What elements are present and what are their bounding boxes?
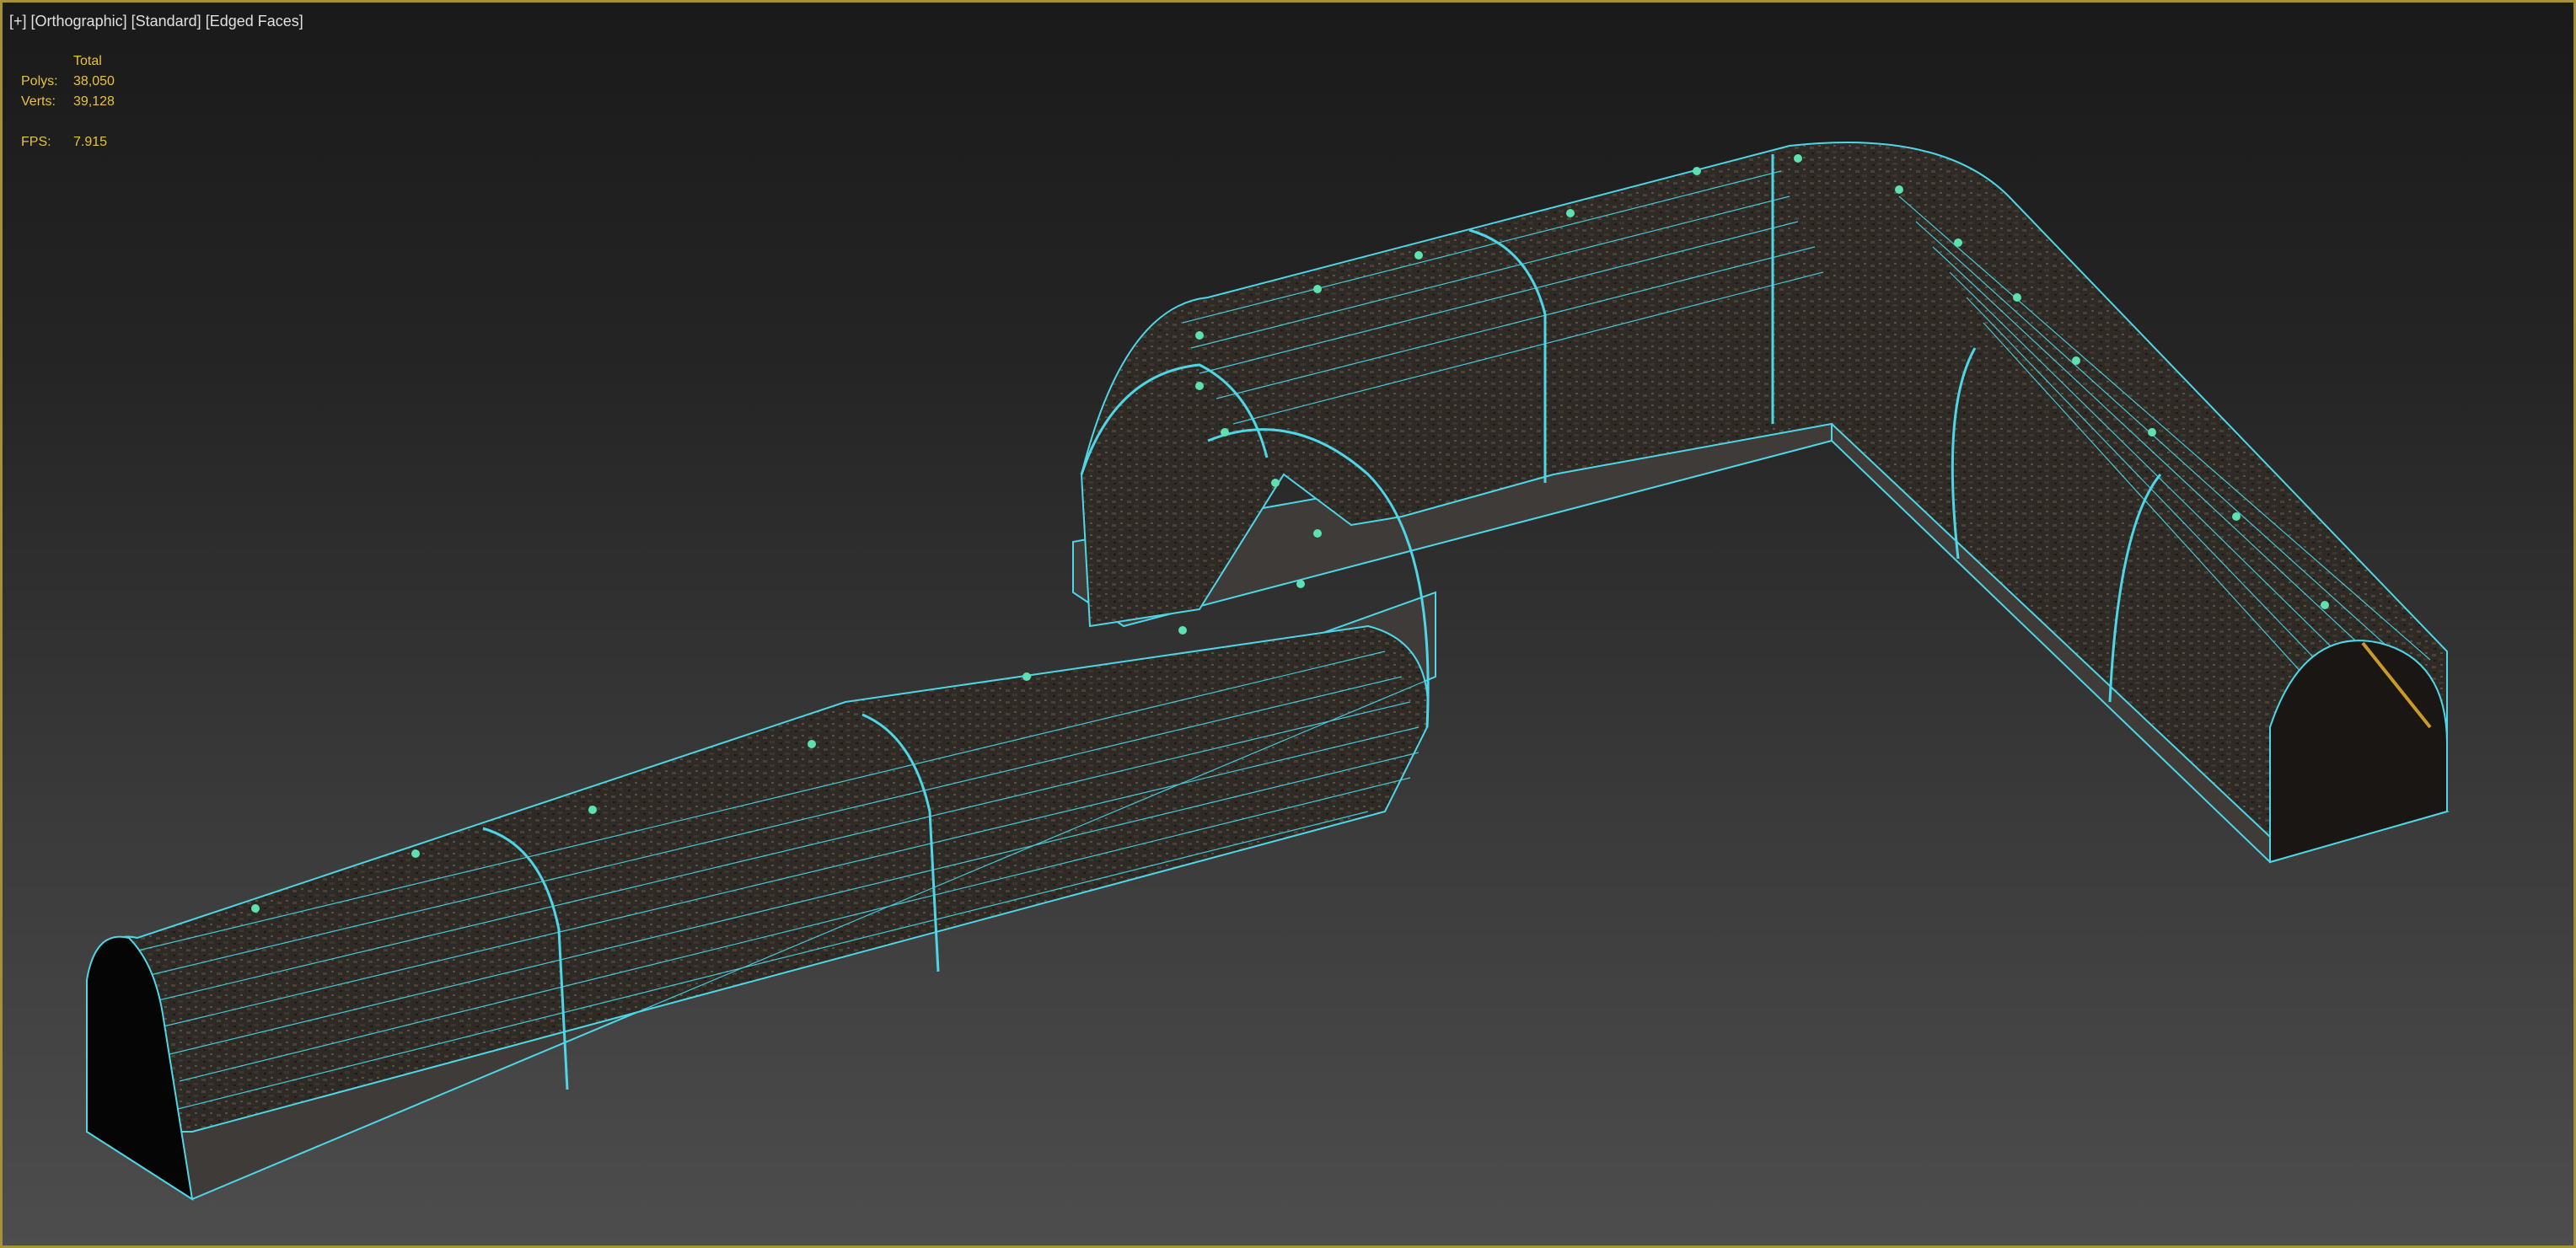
tunnel-model[interactable] <box>3 3 2576 1248</box>
viewport-label[interactable]: [+] [Orthographic] [Standard] [Edged Fac… <box>9 13 303 30</box>
stats-header: Total <box>73 54 102 68</box>
fps-value: 7.915 <box>73 135 108 149</box>
polys-value: 38,050 <box>73 74 115 88</box>
fps-label: FPS: <box>21 135 51 149</box>
perspective-viewport[interactable]: [+] [Orthographic] [Standard] [Edged Fac… <box>0 0 2576 1248</box>
shading-standard-menu[interactable]: [Standard] <box>131 13 201 29</box>
statistics-overlay: Total Polys: 38,050 Verts: 39,128 FPS: 7.91… <box>21 51 115 153</box>
display-mode-menu[interactable]: [Edged Faces] <box>206 13 303 29</box>
tunnel-vault <box>86 142 2448 1133</box>
verts-value: 39,128 <box>73 94 115 109</box>
viewport-menu-button[interactable]: [+] <box>9 13 27 29</box>
view-type-menu[interactable]: [Orthographic] <box>31 13 127 29</box>
polys-label: Polys: <box>21 74 58 88</box>
verts-label: Verts: <box>21 94 56 109</box>
tunnel-portal-right <box>2269 640 2448 864</box>
